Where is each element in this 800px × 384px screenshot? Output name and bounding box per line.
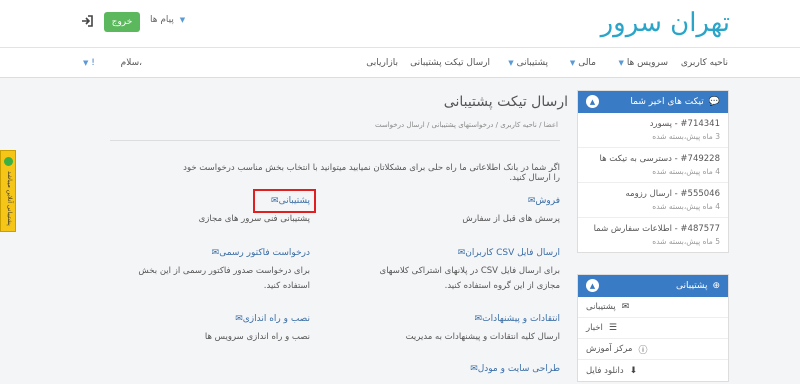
- department-installation: نصب و راه اندازی✉ نصب و راه اندازی سرویس…: [110, 314, 310, 345]
- site-logo[interactable]: تهران سرور: [601, 8, 730, 38]
- department-csv-upload: ارسال فایل CSV کاربران✉ برای ارسال فایل …: [360, 248, 560, 294]
- chevron-down-icon: ▼: [179, 16, 186, 24]
- ticket-time: 4 ماه پیش،بسته شده: [652, 167, 720, 176]
- department-invoice: درخواست فاکتور رسمی✉ برای درخواست صدور ف…: [110, 248, 310, 294]
- department-desc: نصب و راه اندازی سرویس ها: [204, 332, 310, 342]
- support-link-label: پشتیبانی: [586, 302, 616, 312]
- chevron-down-icon: ▼: [618, 59, 624, 67]
- department-link[interactable]: نصب و راه اندازی✉: [110, 314, 310, 324]
- department-link[interactable]: فروش✉: [360, 196, 560, 206]
- envelope-icon: ✉: [235, 314, 243, 324]
- department-title: فروش: [535, 196, 560, 206]
- recent-tickets-panel: ▲ تیکت های اخیر شما 💬 #714341 - پسورد 3 …: [577, 90, 729, 253]
- nav-support[interactable]: ▼ پشتیبانی: [505, 58, 548, 68]
- support-link-label: اخبار: [586, 323, 603, 333]
- online-support-label: پشتیبانی آنلاین میباشد: [6, 171, 13, 226]
- recent-tickets-title: تیکت های اخیر شما: [630, 97, 704, 107]
- support-panel-title: پشتیبانی: [676, 281, 708, 291]
- recent-tickets-header[interactable]: ▲ تیکت های اخیر شما 💬: [578, 91, 728, 113]
- department-title: درخواست فاکتور رسمی: [219, 248, 310, 258]
- ticket-time: 3 ماه پیش،بسته شده: [652, 132, 720, 141]
- support-link-knowledgebase[interactable]: ⓘ مرکز آموزش: [578, 339, 728, 360]
- support-link-downloads[interactable]: ⬇ دانلود فایل: [578, 360, 728, 381]
- chevron-down-icon: ▼: [569, 59, 576, 67]
- top-bar: تهران سرور خروج ▼ پیام ها: [0, 0, 800, 48]
- chevron-up-icon[interactable]: ▲: [586, 279, 599, 292]
- greeting-dropdown[interactable]: ▼ ! سلام،: [80, 58, 142, 68]
- support-panel-header[interactable]: ▲ پشتیبانی ⊕: [578, 275, 728, 297]
- chevron-up-icon[interactable]: ▲: [586, 95, 599, 108]
- chevron-down-icon: ▼: [508, 59, 514, 67]
- department-feedback: انتقادات و پیشنهادات✉ ارسال کلیه انتقادا…: [360, 314, 560, 345]
- department-title: نصب و راه اندازی: [242, 314, 310, 324]
- greeting-mark: !: [91, 58, 95, 68]
- envelope-icon: ✉: [470, 364, 478, 374]
- department-desc: پرسش های قبل از سفارش: [462, 214, 560, 224]
- highlight-box: [253, 189, 316, 213]
- logout-button[interactable]: خروج: [104, 12, 140, 32]
- ticket-time: 4 ماه پیش،بسته شده: [652, 202, 720, 211]
- ticket-item[interactable]: #749228 - دسترسی به تیکت ها 4 ماه پیش،بس…: [578, 148, 728, 183]
- nav-open-ticket[interactable]: ارسال تیکت پشتیبانی: [410, 58, 490, 68]
- support-link-support[interactable]: ✉ پشتیبانی: [578, 297, 728, 318]
- ticket-title: #714341 - پسورد: [649, 119, 720, 129]
- department-desc: برای ارسال فایل CSV در پلانهای اشتراکی ک…: [379, 266, 560, 291]
- department-link[interactable]: ارسال فایل CSV کاربران✉: [360, 248, 560, 258]
- nav-services[interactable]: ▼ سرویس ها: [616, 58, 668, 68]
- nav-billing[interactable]: ▼ مالی: [567, 58, 596, 68]
- ticket-item[interactable]: #487577 - اطلاعات سفارش شما 5 ماه پیش،بس…: [578, 218, 728, 252]
- department-link[interactable]: طراحی سایت و مودل✉: [360, 364, 560, 374]
- intro-text: اگر شما در بانک اطلاعاتی ما راه حلی برای…: [183, 163, 560, 183]
- department-desc: پشتیبانی فنی سرور های مجازی: [198, 214, 310, 224]
- support-link-label: دانلود فایل: [586, 365, 624, 376]
- department-title: ارسال فایل CSV کاربران: [465, 248, 560, 258]
- nav-services-label: سرویس ها: [626, 58, 668, 68]
- ticket-title: #749228 - دسترسی به تیکت ها: [599, 154, 721, 164]
- info-icon: ⓘ: [638, 345, 648, 356]
- online-status-icon: [4, 157, 13, 166]
- envelope-icon: ✉: [474, 314, 483, 324]
- department-title: طراحی سایت و مودل: [477, 364, 560, 374]
- messages-label: پیام ها: [150, 15, 174, 25]
- support-link-label: مرکز آموزش: [586, 344, 633, 354]
- department-title: انتقادات و پیشنهادات: [482, 314, 560, 324]
- nav-affiliates[interactable]: بازاریابی: [366, 58, 398, 68]
- ticket-time: 5 ماه پیش،بسته شده: [652, 237, 720, 246]
- support-link-news[interactable]: ☰ اخبار: [578, 318, 728, 339]
- page-title: ارسال تیکت پشتیبانی: [443, 94, 568, 110]
- nav-support-label: پشتیبانی: [516, 58, 548, 68]
- support-panel: ▲ پشتیبانی ⊕ ✉ پشتیبانی ☰ اخبار ⓘ مرکز آموز…: [577, 274, 729, 382]
- list-icon: ☰: [608, 323, 617, 333]
- messages-dropdown[interactable]: ▼ پیام ها: [150, 15, 185, 25]
- chevron-down-icon: ▼: [83, 59, 89, 67]
- nav-billing-label: مالی: [578, 58, 596, 68]
- envelope-icon: ✉: [621, 302, 630, 312]
- ticket-title: #487577 - اطلاعات سفارش شما: [593, 224, 720, 234]
- download-icon: ⬇: [629, 365, 638, 376]
- ticket-item[interactable]: #714341 - پسورد 3 ماه پیش،بسته شده: [578, 113, 728, 148]
- main-nav: ناحیه کاربری ▼ سرویس ها ▼ مالی ▼ پشتیبان…: [0, 48, 800, 78]
- department-link[interactable]: انتقادات و پیشنهادات✉: [360, 314, 560, 324]
- department-sales: فروش✉ پرسش های قبل از سفارش: [360, 196, 560, 227]
- department-link[interactable]: درخواست فاکتور رسمی✉: [110, 248, 310, 258]
- department-web-design: طراحی سایت و مودل✉: [360, 364, 560, 374]
- department-desc: ارسال کلیه انتقادات و پیشنهادات به مدیری…: [405, 332, 560, 342]
- ticket-item[interactable]: #555046 - ارسال رزومه 4 ماه پیش،بسته شده: [578, 183, 728, 218]
- nav-client-area[interactable]: ناحیه کاربری: [681, 58, 728, 68]
- divider: [110, 140, 560, 141]
- greeting-label: سلام،: [120, 58, 143, 68]
- lifebuoy-icon: ⊕: [712, 281, 720, 291]
- online-support-tab[interactable]: پشتیبانی آنلاین میباشد: [0, 150, 16, 232]
- ticket-title: #555046 - ارسال رزومه: [625, 189, 720, 199]
- breadcrumb: اعضا / ناحیه کاربری / درخواستهای پشتیبان…: [374, 121, 558, 129]
- comments-icon: 💬: [708, 97, 720, 107]
- exit-icon[interactable]: [80, 14, 94, 28]
- department-desc: برای درخواست صدور فاکتور رسمی از این بخش…: [138, 266, 310, 291]
